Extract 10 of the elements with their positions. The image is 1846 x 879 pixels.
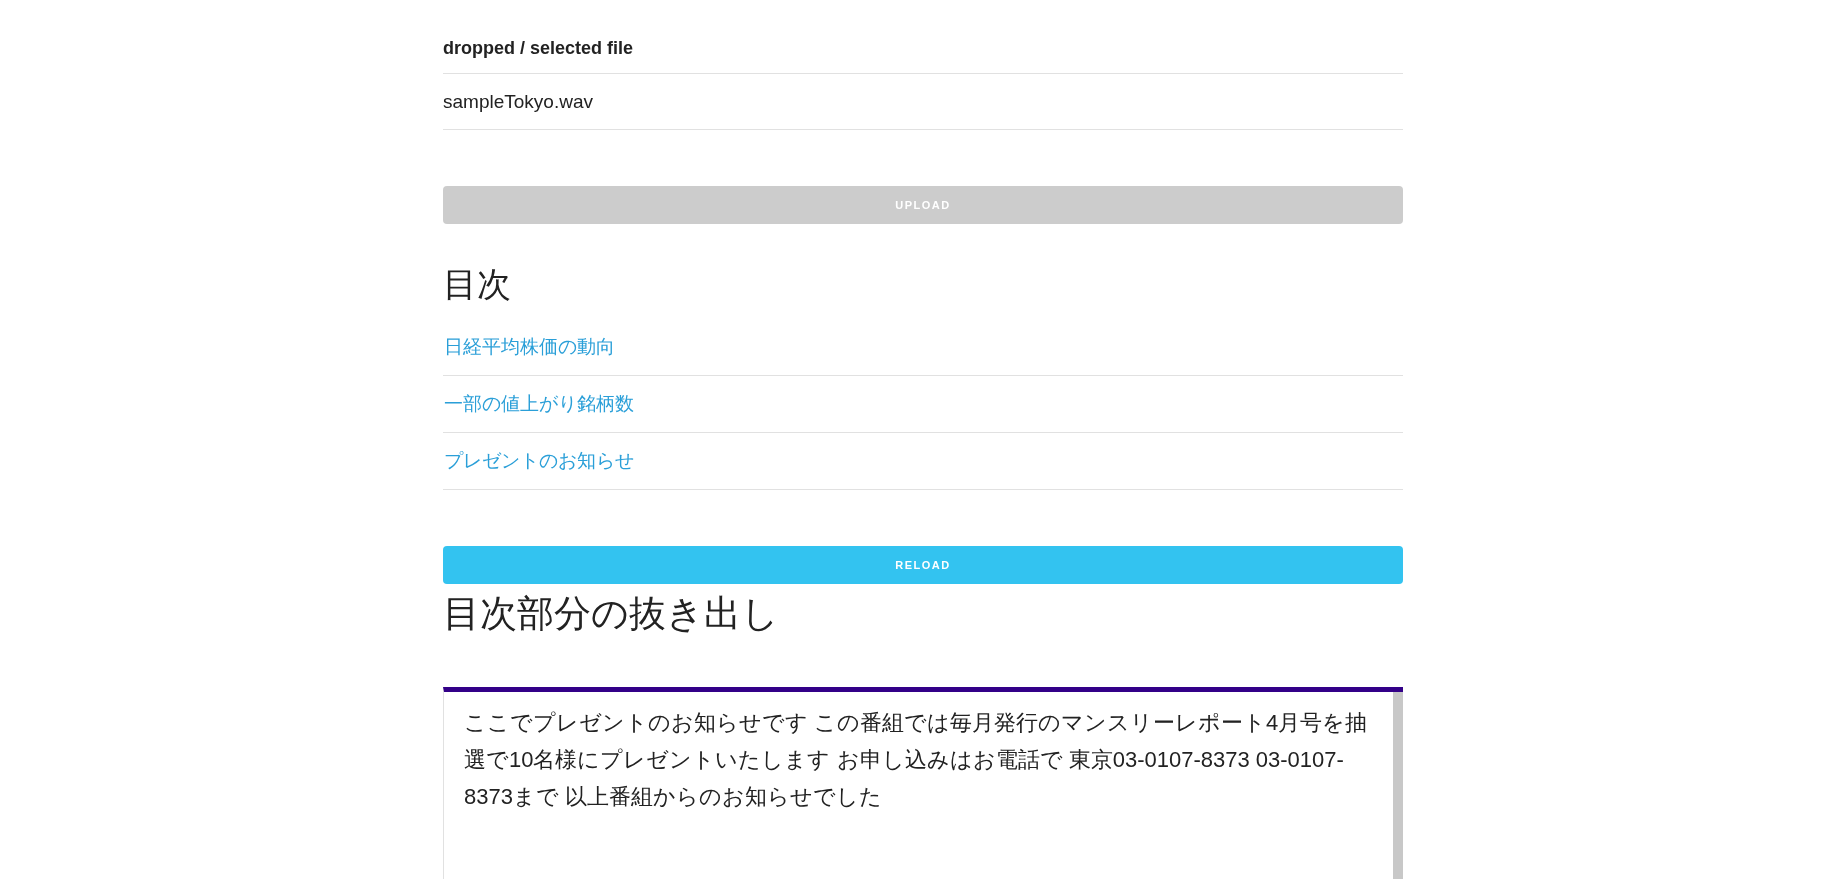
- table-header: dropped / selected file: [443, 32, 1403, 74]
- extracted-text: ここでプレゼントのお知らせです この番組では毎月発行のマンスリーレポート4月号を抽選で10名様にプレゼントいたします お申し込みはお電話で 東京03-0107-8373 03-0107-8373まで 以上番組からのお知らせでした: [463, 709, 1369, 812]
- toc-link[interactable]: プレゼントのお知らせ: [443, 432, 1403, 490]
- toc-link[interactable]: 一部の値上がり銘柄数: [443, 375, 1403, 433]
- file-name-cell: sampleTokyo.wav: [443, 74, 1403, 130]
- scrollbar[interactable]: [1393, 692, 1403, 879]
- section-heading: 目次部分の抜き出し: [443, 591, 780, 636]
- section-heading: 目次: [443, 264, 512, 305]
- toc-link[interactable]: 日経平均株価の動向: [443, 318, 1403, 376]
- reload-button[interactable]: RELOAD: [443, 545, 1403, 584]
